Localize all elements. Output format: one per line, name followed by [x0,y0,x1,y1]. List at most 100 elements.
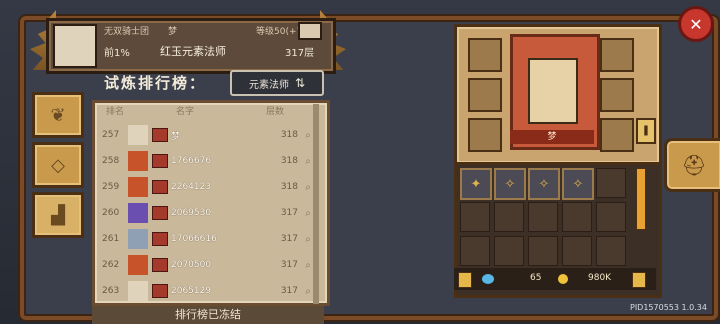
build-info: PID1570553 1.0.34 [630,303,707,312]
hero-sprite [528,58,578,124]
diamond-icon: ◇ [51,154,65,176]
row-rank: 261 [102,234,120,244]
feather-tab-button[interactable]: ❦ [32,92,84,138]
inventory-slot[interactable] [562,202,592,232]
row-floors: 318 [280,182,298,192]
table-row[interactable]: 257 梦 318 ⌕ [98,124,318,146]
equip-slot-helmet[interactable] [600,78,634,112]
row-name: 2069530 [171,208,212,218]
helmet-tab-button[interactable]: ⛑ [664,138,720,192]
row-name: 梦 [171,131,181,142]
class-select-label: 元素法师 [248,79,289,91]
inventory-slot[interactable] [460,202,490,232]
equip-slot-weapon[interactable] [600,38,634,72]
row-name: 1766676 [171,156,212,166]
column-rank: 排名 [106,107,125,117]
row-avatar [128,229,148,249]
equip-slot-armor[interactable] [468,118,502,152]
equip-slot-ring[interactable] [468,78,502,112]
inventory-item[interactable]: ✧ [562,168,594,200]
inventory-slot[interactable] [596,202,626,232]
row-floors: 318 [280,130,298,140]
equip-slot-necklace[interactable] [468,38,502,72]
leaderboard-frozen-notice: 排行榜已冻结 [92,306,324,324]
equip-slot-staff[interactable] [600,118,634,152]
magnifier-icon[interactable]: ⌕ [298,156,318,167]
feather-icon: ❦ [50,104,66,126]
row-name: 2264123 [171,182,212,192]
table-row[interactable]: 260 2069530 317 ⌕ [98,202,318,224]
row-rank: 262 [102,260,120,270]
inventory-slot[interactable] [494,202,524,232]
chest-icon [152,154,168,168]
inventory-scrollbar[interactable] [636,168,646,230]
inventory-slot[interactable] [528,202,558,232]
sort-grid-icon[interactable] [632,272,646,288]
inventory-item[interactable]: ✧ [494,168,526,200]
table-row[interactable]: 258 1766676 318 ⌕ [98,150,318,172]
row-floors: 317 [280,234,298,244]
inventory-item[interactable]: ✧ [528,168,560,200]
table-row[interactable]: 259 2264123 318 ⌕ [98,176,318,198]
magnifier-icon[interactable]: ⌕ [298,260,318,271]
gem-icon [482,274,494,284]
lock-icon[interactable] [458,272,472,288]
player-avatar [53,24,97,68]
player-name: 梦 [168,27,178,37]
row-floors: 317 [280,260,298,270]
row-avatar [128,125,148,145]
coin-icon [558,274,568,284]
percentile: 前1% [104,48,130,59]
inventory-slot[interactable] [494,236,524,266]
row-name: 2065129 [171,286,212,296]
column-floors: 层数 [266,107,285,117]
inventory-slot[interactable] [596,168,626,198]
column-name: 名字 [176,107,195,117]
chest-icon [152,128,168,142]
table-row[interactable]: 263 2065129 317 ⌕ [98,280,318,302]
row-rank: 260 [102,208,120,218]
row-avatar [128,281,148,301]
row-avatar [128,177,148,197]
podium-icon: ▟ [51,204,65,226]
leaderboard-tab-button[interactable]: ▟ [32,192,84,238]
row-name: 17066616 [171,234,217,244]
player-floors: 317层 [285,48,315,59]
inventory-slot[interactable] [528,236,558,266]
inventory-item[interactable]: ✦ [460,168,492,200]
row-avatar [128,151,148,171]
leaderboard-title: 试炼排行榜： [104,74,207,92]
chest-icon [152,206,168,220]
magnifier-icon[interactable]: ⌕ [298,130,318,141]
chest-icon [152,284,168,298]
close-button[interactable]: ✕ [678,6,714,42]
magnifier-icon[interactable]: ⌕ [298,286,318,297]
diamond-tab-button[interactable]: ◇ [32,142,84,188]
row-rank: 258 [102,156,120,166]
gem-count: 65 [530,273,542,283]
swap-arrows-icon: ⇅ [294,76,306,90]
row-floors: 318 [280,156,298,166]
table-row[interactable]: 261 17066616 317 ⌕ [98,228,318,250]
row-rank: 257 [102,130,120,140]
row-rank: 263 [102,286,120,296]
class-select-button[interactable]: 元素法师 ⇅ [230,70,324,96]
inventory-slot[interactable] [460,236,490,266]
table-row[interactable]: 262 2070500 317 ⌕ [98,254,318,276]
guild-name: 无双骑士团 [104,27,150,37]
row-avatar [128,203,148,223]
inventory-slot[interactable] [562,236,592,266]
chest-icon [298,22,322,40]
helmet-icon: ⛑ [681,153,707,177]
magnifier-icon[interactable]: ⌕ [298,182,318,193]
row-rank: 259 [102,182,120,192]
chest-icon [152,258,168,272]
panel-toggle-button[interactable]: ❚ [636,118,656,144]
hero-name: 梦 [510,130,594,144]
magnifier-icon[interactable]: ⌕ [298,234,318,245]
inventory-slot[interactable] [596,236,626,266]
close-icon: ✕ [689,14,703,34]
row-floors: 317 [280,286,298,296]
coin-count: 980K [588,273,612,283]
magnifier-icon[interactable]: ⌕ [298,208,318,219]
